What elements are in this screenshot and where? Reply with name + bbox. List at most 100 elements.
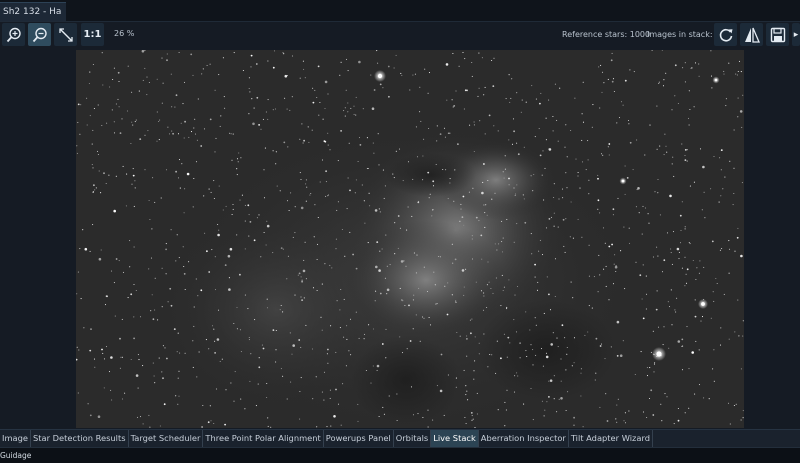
star-point [270,426,272,428]
star-point [605,393,607,395]
star-point [496,340,498,342]
panel-tab[interactable]: Tilt Adapter Wizard [569,430,653,448]
star-point [439,256,441,258]
star-point [79,248,81,250]
star-point [611,52,613,54]
star-point [291,96,293,98]
panel-tab[interactable]: Star Detection Results [31,430,129,448]
star-point [257,383,259,385]
star-point [176,234,178,236]
star-point [381,248,383,250]
star-point [211,249,213,251]
fit-to-screen-button[interactable] [54,23,77,46]
star-point [194,133,197,135]
star-point [501,274,503,276]
star-point [415,314,417,316]
panel-tab[interactable]: Powerups Panel [324,430,394,448]
zoom-out-button[interactable] [28,23,51,46]
star-point [232,133,234,135]
star-point [556,411,558,413]
star-point [280,304,282,307]
star-point [122,271,125,273]
star-point [543,415,545,417]
flip-image-button[interactable] [740,23,763,46]
save-image-button[interactable] [766,23,789,46]
star-point [736,236,739,239]
star-point [566,346,568,349]
star-point [149,426,151,428]
panel-tab[interactable]: Live Stack [431,430,479,448]
star-point [516,142,518,144]
star-point [311,348,314,350]
star-point [171,106,173,108]
star-point [236,328,238,330]
reference-stars-count: Reference stars: 1000 [562,30,651,39]
panel-tab[interactable]: Orbitals [394,430,432,448]
refresh-stack-button[interactable] [714,23,737,46]
star-point [363,200,365,202]
star-point [117,98,119,100]
more-options-button[interactable]: ▸ [792,23,800,46]
star-point [563,245,565,247]
star-point [202,404,204,407]
star-point [413,252,415,254]
star-point [244,408,246,410]
star-point [688,124,690,126]
star-point [393,177,395,179]
star-point [565,369,567,371]
star-point [740,419,742,421]
star-point [239,329,241,331]
star-point [553,375,555,377]
document-tab[interactable]: Sh2 132 - Ha [0,2,66,21]
star-point [479,120,481,122]
star-point [548,148,550,150]
live-stack-image[interactable] [76,50,744,428]
star-point [401,74,403,76]
star-point [648,397,651,400]
actual-size-button[interactable]: 1:1 [81,23,104,46]
star-point [414,73,416,75]
star-point [507,336,510,339]
star-point [545,355,549,359]
star-point [95,187,97,189]
star-point [531,85,533,87]
star-point [667,301,669,303]
star-point [565,124,567,126]
star-point [481,258,483,260]
image-viewer[interactable] [0,48,800,429]
star-point [130,358,132,361]
star-point [308,141,310,143]
panel-tab[interactable]: Image [0,430,31,448]
star-point [677,340,681,343]
star-point [560,358,562,360]
star-point [662,85,665,87]
star-point [741,126,743,128]
star-point [696,267,698,269]
star-point [132,168,134,170]
zoom-in-button[interactable] [2,23,25,46]
panel-tab[interactable]: Three Point Polar Alignment [203,430,324,448]
star-point [291,55,294,57]
star-point [376,369,378,371]
star-point [326,353,328,355]
panel-tab[interactable]: Target Scheduler [129,430,204,448]
panel-tab[interactable]: Aberration Inspector [479,430,569,448]
star-point [592,104,594,106]
star-point [506,356,508,358]
star-point [325,181,327,183]
star-point [214,151,216,153]
star-point [712,368,714,370]
star-point [581,161,584,163]
star-point [421,316,424,318]
star-point [303,139,305,142]
star-point [90,328,92,330]
star-point [363,338,365,340]
star-point [121,118,123,120]
star-point [180,122,182,124]
star-point [392,173,394,175]
star-point [624,193,626,195]
star-point [699,148,702,150]
star-point [102,352,104,354]
star-point [447,374,449,376]
star-point [658,82,660,85]
